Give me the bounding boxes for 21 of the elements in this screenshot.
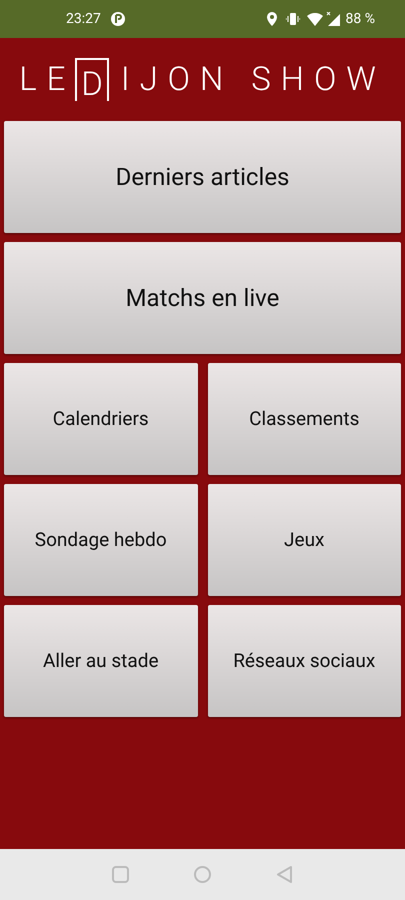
menu-button[interactable]: Calendriers [4,363,198,475]
home-button[interactable] [194,866,211,883]
menu-button[interactable]: Matchs en live [4,242,401,354]
menu-button[interactable]: Classements [208,363,401,475]
vibrate-icon [286,12,300,26]
clock-text: 23:27 [66,10,101,28]
logo-text: IJON SHOW [120,58,386,101]
recents-button[interactable] [112,866,129,883]
signal-icon [326,12,340,26]
logo-initial: D [75,58,109,101]
menu-button[interactable]: Aller au stade [4,605,198,717]
back-button[interactable] [276,866,293,883]
menu-button[interactable]: Sondage hebdo [4,484,198,596]
menu-button[interactable]: Jeux [208,484,401,596]
logo-text: LE [19,58,76,101]
menu-button[interactable]: Derniers articles [4,121,401,233]
app-notification-icon [110,12,125,26]
location-icon [266,12,278,26]
menu-button[interactable]: Réseaux sociaux [208,605,401,717]
battery-text: 88 % [346,10,375,28]
wifi-icon [306,12,323,26]
